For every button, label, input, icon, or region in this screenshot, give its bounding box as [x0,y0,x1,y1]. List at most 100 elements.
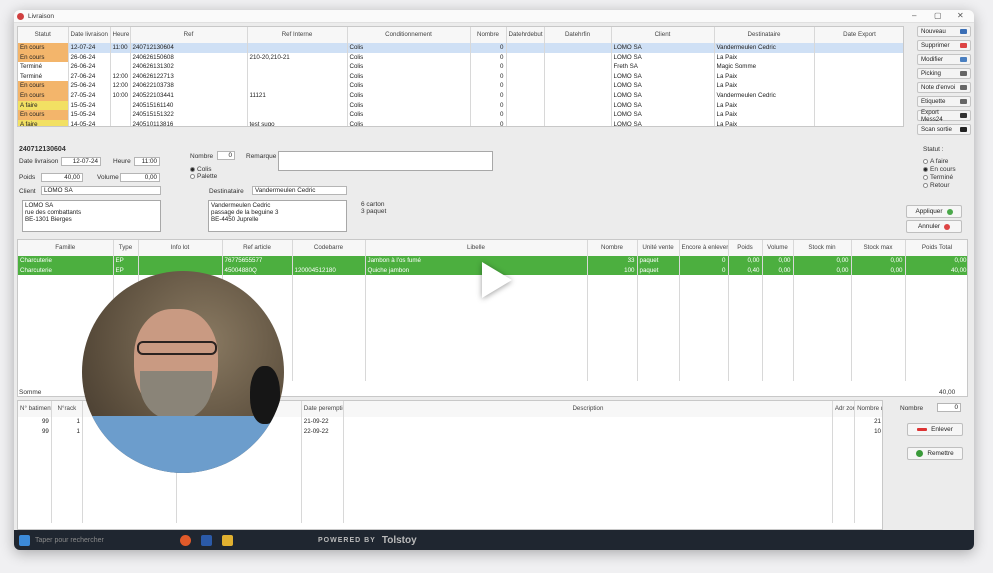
lots-header-6[interactable]: Adr zone [832,401,856,417]
play-icon[interactable] [482,262,512,298]
orders-header-6[interactable]: Nombre [470,27,507,43]
orders-cell: 240522103441 [130,90,248,101]
statut-radio-0[interactable]: A faire [923,158,948,165]
folder-icon[interactable] [222,534,233,546]
client-select[interactable]: LOMO SA [41,186,161,195]
articles-header-0[interactable]: Famille [18,240,114,256]
lots-header-4[interactable]: Date peremption [301,401,345,417]
orders-cell [544,119,612,126]
orders-header-4[interactable]: Ref Interne [247,27,348,43]
orders-header-1[interactable]: Date livraison [68,27,111,43]
minimize-button[interactable]: – [912,11,916,20]
start-icon[interactable] [19,534,30,546]
articles-cell: 40,00 [905,265,967,276]
volume-field[interactable]: 0,00 [120,173,160,182]
remettre-label: Remettre [927,450,954,457]
articles-cell: 0,00 [851,256,906,266]
radio-icon [923,166,928,172]
orders-row[interactable]: En cours 26-06-24 240626150608 210-20,210-2… [18,52,903,63]
lots-header-7[interactable]: Nombre dispo [854,401,882,417]
articles-header-7[interactable]: Unité vente [637,240,680,256]
heure-field[interactable]: 11:00 [134,157,160,166]
lots-row[interactable] [18,484,882,494]
articles-header-1[interactable]: Type [113,240,139,256]
articles-header-10[interactable]: Volume [762,240,794,256]
articles-header-9[interactable]: Poids [728,240,763,256]
statut-radio-1[interactable]: En cours [923,166,956,173]
orders-cell: En cours [18,90,69,101]
scan-button[interactable]: Scan sortie [917,124,971,135]
picking-button[interactable]: Picking [917,68,971,79]
lots-cell [854,455,882,465]
orders-header-5[interactable]: Conditionnement [347,27,471,43]
orders-row[interactable]: A faire 15-05-24 240515161140 Colis 0 LOMO SA… [18,100,903,111]
browser-icon[interactable] [180,534,191,546]
modifier-button[interactable]: Modifier [917,54,971,65]
nombre-field[interactable]: 0 [217,151,235,160]
orders-header-10[interactable]: Destinataire [714,27,815,43]
orders-row[interactable]: En cours 15-05-24 240515151322 Colis 0 LOMO S… [18,110,903,120]
articles-header-12[interactable]: Stock max [851,240,906,256]
colis-radio[interactable]: Colis [190,166,211,173]
statut-radio-3[interactable]: Retour [923,182,950,189]
orders-header-7[interactable]: Datehrdebut [506,27,545,43]
annuler-button[interactable]: Annuler [906,220,962,233]
articles-cell [18,284,114,295]
palette-radio[interactable]: Palette [190,173,217,180]
etiquette-button[interactable]: Etiquette [917,96,971,107]
close-button[interactable]: ✕ [957,11,964,20]
appliquer-button[interactable]: Appliquer [906,205,962,218]
lots-nombre-field[interactable]: 0 [937,403,961,412]
orders-row[interactable]: En cours 27-05-24 10:00 240522103441 11121 Co… [18,90,903,101]
articles-header-5[interactable]: Libelle [365,240,588,256]
articles-header-11[interactable]: Stock min [793,240,852,256]
orders-cell: 27-06-24 [68,71,111,82]
poids-field[interactable]: 40,00 [41,173,83,182]
lots-header-5[interactable]: Description [343,401,833,417]
orders-header-11[interactable]: Date Export [814,27,903,43]
maximize-button[interactable]: ▢ [934,11,942,20]
lots-row[interactable] [18,493,882,504]
orders-cell: LOMO SA [611,71,715,82]
nouveau-button[interactable]: Nouveau [917,26,971,37]
lots-row[interactable] [18,503,882,513]
title-bar: Livraison – ▢ ✕ [14,10,974,23]
note-button[interactable]: Note d'envoi [917,82,971,93]
orders-row[interactable]: Terminé 26-06-24 240626131302 Colis 0 Freth S… [18,62,903,72]
orders-row[interactable]: En cours 12-07-24 11:00 240712130604 Colis 0 L… [18,43,903,53]
orders-table[interactable]: Statut Date livraison Heure Ref Ref Interne C… [17,26,904,127]
taskbar-search[interactable]: Taper pour rechercher [35,537,175,544]
articles-cell [292,256,366,266]
word-icon[interactable] [201,534,212,546]
articles-header-6[interactable]: Nombre [587,240,638,256]
orders-header-0[interactable]: Statut [18,27,69,43]
statut-option: Retour [930,182,950,189]
remettre-button[interactable]: Remettre [907,447,963,460]
dest-select[interactable]: Vandermeulen Cedric [252,186,347,195]
orders-header-9[interactable]: Client [611,27,715,43]
articles-header-2[interactable]: Info lot [138,240,223,256]
supprimer-button[interactable]: Supprimer [917,40,971,51]
articles-header-3[interactable]: Ref article [222,240,293,256]
lots-row[interactable] [18,474,882,485]
articles-header-4[interactable]: Codebarre [292,240,366,256]
articles-header-13[interactable]: Poids Total [905,240,967,256]
statut-option: Terminé [930,174,954,181]
orders-cell: La Paix [714,71,815,82]
orders-row[interactable]: A faire 14-05-24 240510113816 test sugo Coli… [18,119,903,126]
enlever-button[interactable]: Enlever [907,423,963,436]
lots-row[interactable] [18,512,882,523]
articles-header-8[interactable]: Encore à enlever [679,240,729,256]
statut-radio-2[interactable]: Terminé [923,174,953,181]
orders-header-2[interactable]: Heure [110,27,131,43]
orders-row[interactable]: En cours 25-06-24 12:00 240622103738 Colis 0 L… [18,81,903,91]
lots-header-0[interactable]: N° batiment [18,401,52,417]
lots-header-1[interactable]: N°rack [51,401,83,417]
orders-header-8[interactable]: Datehrfin [544,27,612,43]
export-button[interactable]: Export Mess24 [917,109,971,123]
presenter-video-bubble[interactable] [82,271,284,473]
remarque-field[interactable] [278,151,493,171]
date-field[interactable]: 12-07-24 [61,157,101,166]
orders-header-3[interactable]: Ref [130,27,248,43]
orders-row[interactable]: Terminé 27-06-24 12:00 240626122713 Colis 0 LO… [18,71,903,82]
